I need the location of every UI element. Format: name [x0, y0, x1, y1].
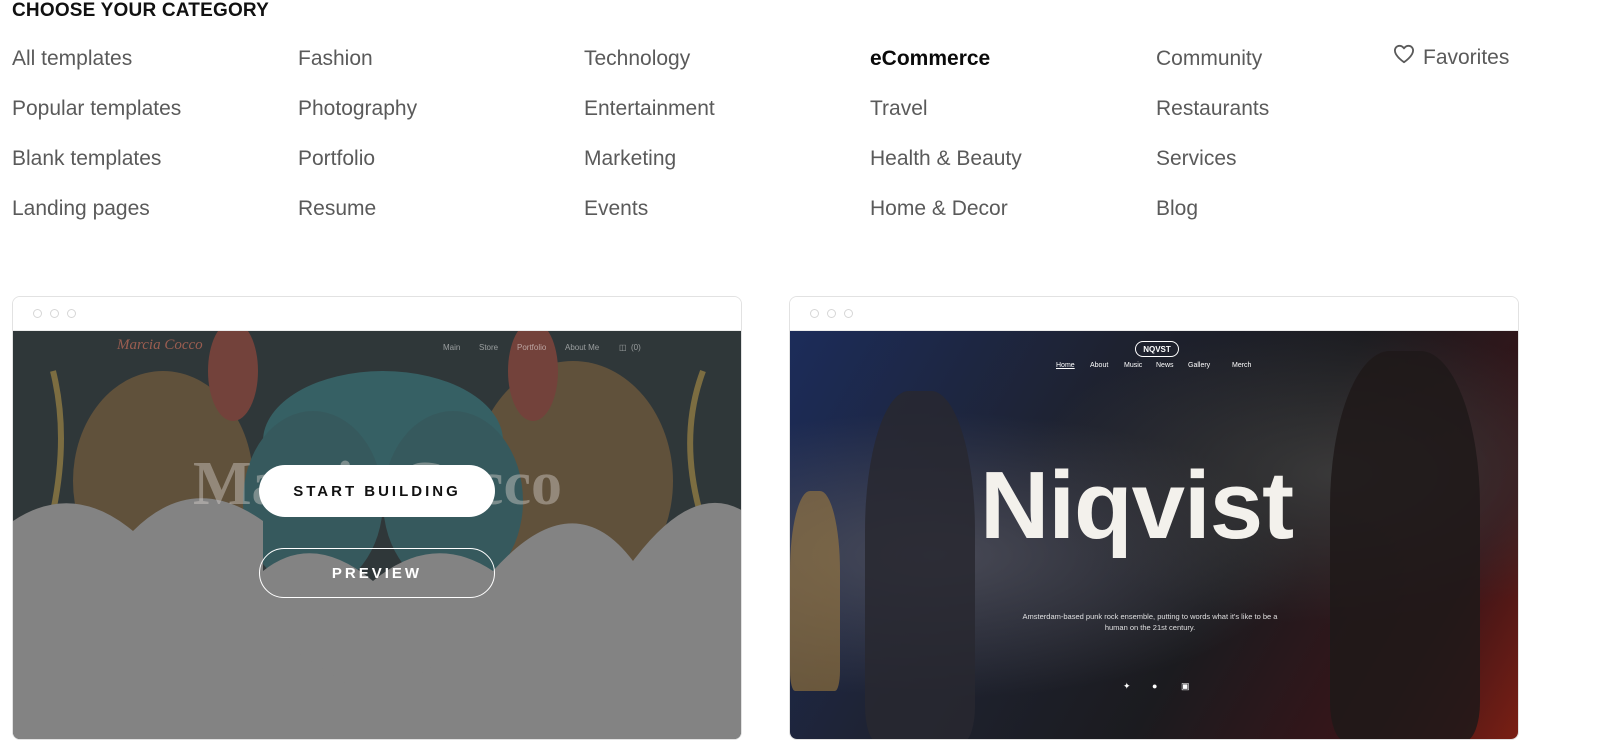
- category-popular-templates[interactable]: Popular templates: [12, 96, 181, 122]
- singer-figure: [1330, 351, 1480, 739]
- hover-overlay: [13, 331, 741, 739]
- category-travel[interactable]: Travel: [870, 96, 928, 122]
- site-nav-item: Music: [1124, 362, 1143, 369]
- category-ecommerce[interactable]: eCommerce: [870, 46, 990, 72]
- template-card-marcia-cocco[interactable]: Marcia Cocco Main Store Portfolio About …: [12, 296, 742, 740]
- cart-count: (0): [631, 343, 641, 352]
- category-events[interactable]: Events: [584, 196, 648, 222]
- browser-bar: [13, 297, 741, 331]
- site-nav-item: Main: [443, 343, 461, 352]
- site-logo: NQVST: [1135, 341, 1179, 357]
- category-technology[interactable]: Technology: [584, 46, 690, 72]
- window-dot: [844, 309, 853, 318]
- category-health-beauty[interactable]: Health & Beauty: [870, 146, 1022, 172]
- twitter-icon: ✦: [1123, 681, 1131, 691]
- site-nav-item: Merch: [1232, 362, 1252, 369]
- window-dot: [33, 309, 42, 318]
- template-card-niqvist[interactable]: NQVST Home About Music News Gallery Merc…: [789, 296, 1519, 740]
- heart-icon: [1393, 44, 1415, 71]
- category-resume[interactable]: Resume: [298, 196, 376, 222]
- category-blog[interactable]: Blog: [1156, 196, 1198, 222]
- category-community[interactable]: Community: [1156, 46, 1262, 72]
- site-description: Amsterdam-based punk rock ensemble, putt…: [1022, 612, 1278, 632]
- site-nav-item: About: [1090, 362, 1109, 369]
- template-preview-image: Marcia Cocco Main Store Portfolio About …: [13, 331, 741, 739]
- site-nav-item: News: [1156, 362, 1174, 369]
- category-photography[interactable]: Photography: [298, 96, 417, 122]
- guitarist-figure: [865, 391, 975, 739]
- saxophone-figure: [790, 491, 840, 691]
- category-all-templates[interactable]: All templates: [12, 46, 132, 72]
- site-logo: Marcia Cocco: [117, 337, 203, 353]
- start-building-button[interactable]: START BUILDING: [259, 465, 495, 517]
- category-blank-templates[interactable]: Blank templates: [12, 146, 161, 172]
- instagram-icon: ▣: [1181, 681, 1190, 691]
- site-title: Niqvist: [980, 452, 1294, 559]
- category-portfolio[interactable]: Portfolio: [298, 146, 375, 172]
- preview-button[interactable]: PREVIEW: [259, 548, 495, 598]
- window-dot: [827, 309, 836, 318]
- category-marketing[interactable]: Marketing: [584, 146, 676, 172]
- category-fashion[interactable]: Fashion: [298, 46, 373, 72]
- category-landing-pages[interactable]: Landing pages: [12, 196, 150, 222]
- facebook-icon: ●: [1152, 681, 1158, 691]
- template-preview-image: NQVST Home About Music News Gallery Merc…: [790, 331, 1518, 739]
- favorites-label: Favorites: [1423, 45, 1510, 69]
- category-home-decor[interactable]: Home & Decor: [870, 196, 1008, 222]
- site-nav-item: Store: [479, 343, 499, 352]
- site-nav-item: Portfolio: [517, 343, 547, 352]
- favorites-link[interactable]: Favorites: [1393, 44, 1509, 71]
- cart-icon: ◫: [619, 343, 627, 352]
- category-entertainment[interactable]: Entertainment: [584, 96, 715, 122]
- category-services[interactable]: Services: [1156, 146, 1237, 172]
- window-dot: [50, 309, 59, 318]
- site-nav-item: Home: [1056, 362, 1075, 369]
- site-nav-item: Gallery: [1188, 362, 1211, 369]
- window-dot: [67, 309, 76, 318]
- browser-bar: [790, 297, 1518, 331]
- window-dot: [810, 309, 819, 318]
- category-restaurants[interactable]: Restaurants: [1156, 96, 1269, 122]
- site-nav-item: About Me: [565, 343, 600, 352]
- section-heading: CHOOSE YOUR CATEGORY: [12, 0, 270, 21]
